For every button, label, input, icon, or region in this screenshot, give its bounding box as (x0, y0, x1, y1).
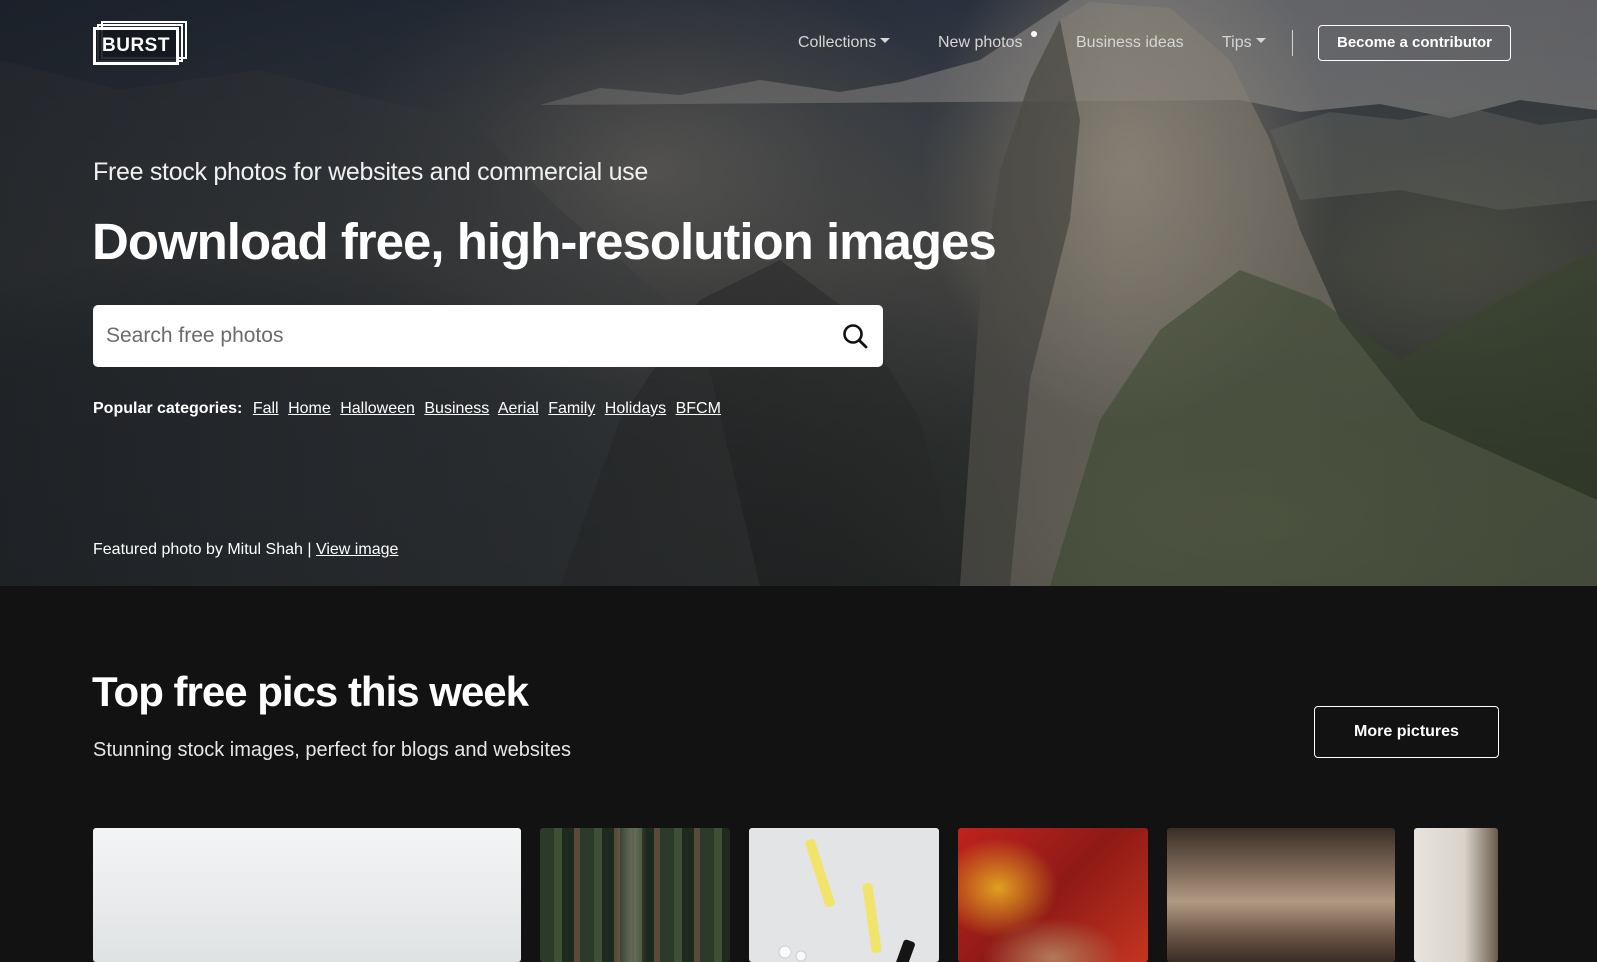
nav-collections[interactable]: Collections (798, 24, 891, 62)
nav-tips-label: Tips (1222, 34, 1252, 51)
nav-business-ideas-label: Business ideas (1076, 34, 1184, 51)
category-link-business[interactable]: Business (424, 400, 489, 417)
top-pics-subtitle: Stunning stock images, perfect for blogs… (93, 739, 572, 761)
photo-thumbnail[interactable] (93, 828, 521, 962)
photo-thumbnail[interactable] (958, 828, 1148, 962)
chevron-down-icon (880, 38, 891, 44)
category-link-home[interactable]: Home (288, 400, 331, 417)
nav-new-photos-label: New photos (938, 34, 1023, 51)
category-link-holidays[interactable]: Holidays (605, 400, 666, 417)
category-link-halloween[interactable]: Halloween (340, 400, 415, 417)
photo-thumbnail[interactable] (1167, 828, 1395, 962)
view-image-link[interactable]: View image (316, 541, 398, 558)
photo-thumbnail-art (778, 838, 915, 962)
photo-thumbnail[interactable] (540, 828, 730, 962)
nav-collections-label: Collections (798, 34, 877, 51)
hero-subtitle: Free stock photos for websites and comme… (93, 158, 648, 186)
become-contributor-button[interactable]: Become a contributor (1318, 25, 1511, 61)
photo-credit: Featured photo by Mitul Shah | View imag… (93, 541, 398, 559)
hero-overlay (0, 0, 1597, 586)
popular-categories: Popular categories: Fall Home Halloween … (93, 400, 726, 418)
new-indicator-dot (1031, 31, 1037, 37)
nav-tips[interactable]: Tips (1222, 24, 1266, 62)
hero-banner: BURST Collections New photos Business id… (0, 0, 1597, 586)
nav-new-photos[interactable]: New photos (938, 24, 1023, 62)
search-icon[interactable] (841, 322, 869, 350)
nav-business-ideas[interactable]: Business ideas (1076, 24, 1184, 62)
hero-headline: Download free, high-resolution images (92, 213, 997, 270)
category-link-bfcm[interactable]: BFCM (676, 400, 721, 417)
more-pictures-button[interactable]: More pictures (1314, 706, 1499, 758)
photo-thumbnail[interactable] (1414, 828, 1498, 962)
category-link-aerial[interactable]: Aerial (498, 400, 539, 417)
chevron-down-icon (1255, 38, 1266, 44)
category-link-family[interactable]: Family (548, 400, 595, 417)
photo-credit-text: Featured photo by Mitul Shah | (93, 541, 312, 558)
burst-logo[interactable]: BURST (93, 21, 188, 65)
popular-categories-label: Popular categories: (93, 400, 243, 417)
logo-text: BURST (102, 35, 170, 56)
top-pics-title: Top free pics this week (92, 668, 529, 715)
nav-divider (1292, 30, 1293, 56)
photo-thumbnail[interactable] (749, 828, 939, 962)
search-input[interactable] (93, 305, 813, 367)
search-bar (93, 305, 883, 367)
category-link-fall[interactable]: Fall (253, 400, 279, 417)
